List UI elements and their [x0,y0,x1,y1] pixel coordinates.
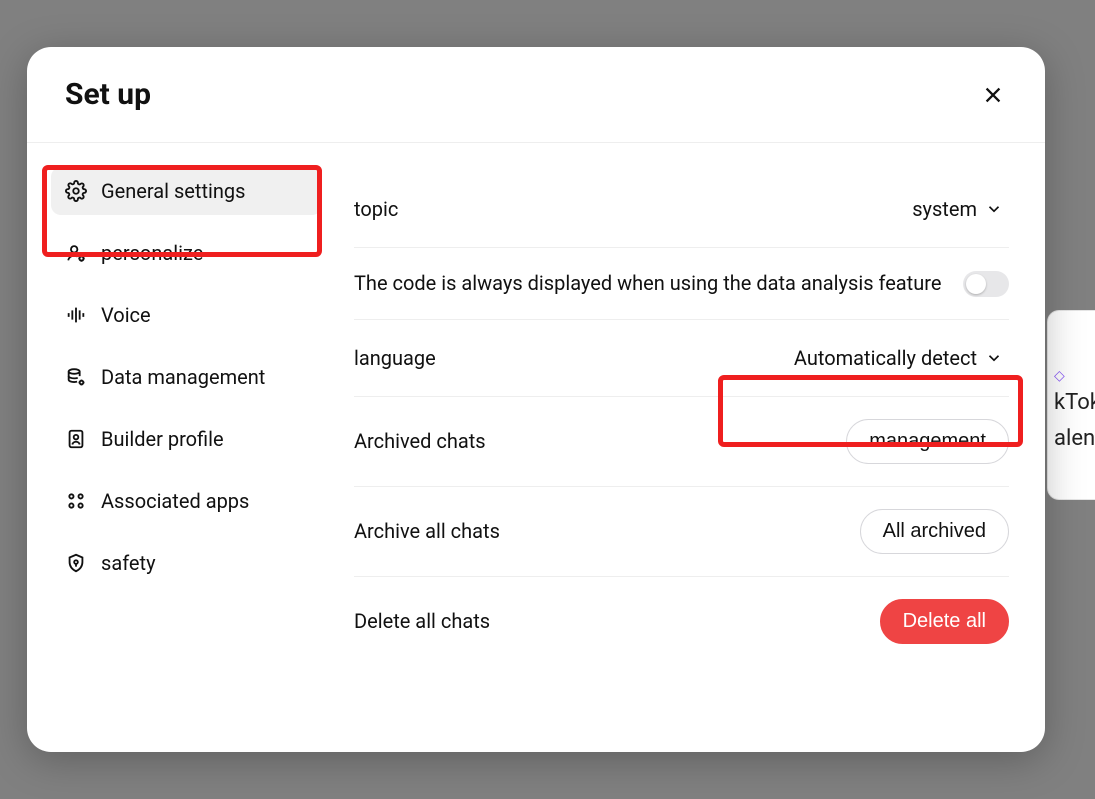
sidebar-item-personalize[interactable]: personalize [51,229,322,277]
sidebar-item-voice[interactable]: Voice [51,291,322,339]
chevron-down-icon [985,200,1003,218]
chevron-down-icon [985,349,1003,367]
modal-title: Set up [65,77,151,112]
select-value: system [912,197,977,221]
archive-all-button[interactable]: All archived [860,509,1009,554]
setting-row-language: language Automatically detect [354,320,1009,397]
shield-icon [65,552,87,574]
modal-header: Set up [27,47,1045,143]
database-icon [65,366,87,388]
delete-all-button[interactable]: Delete all [880,599,1009,644]
background-text-line-2: alend [1054,421,1091,457]
setting-label: Delete all chats [354,608,490,635]
sidebar-item-label: Associated apps [101,489,249,513]
sidebar-item-label: General settings [101,179,245,203]
topic-select[interactable]: system [906,193,1009,225]
sidebar-item-label: Voice [101,303,151,327]
sidebar-item-label: personalize [101,241,203,265]
close-button[interactable] [979,81,1007,109]
settings-panel-general: topic system The code is always displaye… [340,143,1045,752]
profile-card-icon [65,428,87,450]
setting-row-delete-all: Delete all chats Delete all [354,577,1009,666]
setting-row-topic: topic system [354,171,1009,248]
sidebar-item-data-management[interactable]: Data management [51,353,322,401]
sidebar-item-label: Data management [101,365,265,389]
setting-label: topic [354,196,398,223]
close-icon [982,84,1004,106]
code-display-toggle[interactable] [963,271,1009,297]
setting-label: Archived chats [354,428,486,455]
setting-label: The code is always displayed when using … [354,270,941,297]
apps-grid-icon [65,490,87,512]
settings-sidebar: General settings personalize Voice Data … [27,143,340,752]
setting-row-archived-chats: Archived chats management [354,397,1009,487]
archived-chats-manage-button[interactable]: management [846,419,1009,464]
sidebar-item-safety[interactable]: safety [51,539,322,587]
modal-body: General settings personalize Voice Data … [27,143,1045,752]
voice-icon [65,304,87,326]
person-settings-icon [65,242,87,264]
language-select[interactable]: Automatically detect [788,342,1009,374]
sidebar-item-general-settings[interactable]: General settings [51,167,322,215]
sidebar-item-associated-apps[interactable]: Associated apps [51,477,322,525]
setting-label: language [354,345,436,372]
sidebar-item-label: Builder profile [101,427,224,451]
setting-label: Archive all chats [354,518,500,545]
select-value: Automatically detect [794,346,977,370]
background-icon-placeholder: ◇ [1054,367,1091,385]
settings-modal: Set up General settings personalize [27,47,1045,752]
sidebar-item-label: safety [101,551,156,575]
sidebar-item-builder-profile[interactable]: Builder profile [51,415,322,463]
setting-row-archive-all: Archive all chats All archived [354,487,1009,577]
background-text-line-1: kTok [1054,385,1091,421]
setting-row-code-display: The code is always displayed when using … [354,248,1009,320]
background-card-snippet: ◇ kTok alend [1047,310,1095,500]
gear-icon [65,180,87,202]
